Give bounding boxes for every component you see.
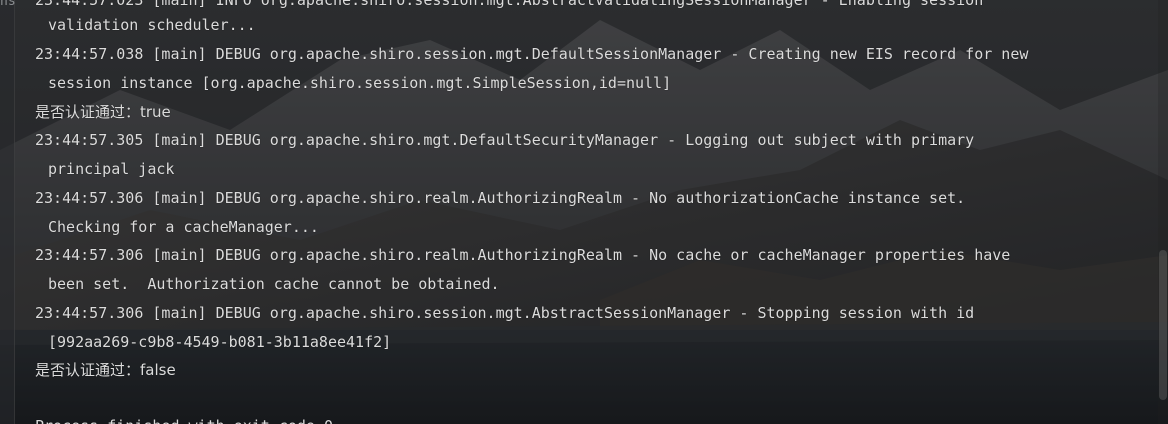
log-line: 23:44:57.306 [main] DEBUG org.apache.shi… xyxy=(35,304,975,322)
scrollbar-thumb[interactable] xyxy=(1159,250,1167,400)
log-line: been set. Authorization cache cannot be … xyxy=(48,275,500,293)
vertical-scrollbar[interactable] xyxy=(1158,0,1168,424)
log-line: 23:44:57.023 [main] INFO org.apache.shir… xyxy=(35,0,984,9)
log-line: 是否认证通过：false xyxy=(35,361,176,379)
log-line: 23:44:57.305 [main] DEBUG org.apache.shi… xyxy=(35,131,975,149)
gutter-label-fragment: ns xyxy=(0,0,16,9)
console-output-panel[interactable]: ns 23:44:57.023 [main] INFO org.apache.s… xyxy=(0,0,1168,424)
log-line: [992aa269-c9b8-4549-b081-3b11a8ee41f2] xyxy=(48,333,392,351)
log-line: Process finished with exit code 0 xyxy=(35,416,333,424)
log-line: session instance [org.apache.shiro.sessi… xyxy=(48,74,672,92)
log-line: Checking for a cacheManager... xyxy=(48,218,319,236)
console-gutter: ns xyxy=(0,0,16,424)
log-line: 23:44:57.306 [main] DEBUG org.apache.shi… xyxy=(35,246,1011,264)
log-line: principal jack xyxy=(48,160,175,178)
log-line: 23:44:57.038 [main] DEBUG org.apache.shi… xyxy=(35,45,1029,63)
log-line: 23:44:57.306 [main] DEBUG org.apache.shi… xyxy=(35,189,966,207)
log-line: 是否认证通过：true xyxy=(35,103,171,121)
log-line: validation scheduler... xyxy=(48,16,256,34)
